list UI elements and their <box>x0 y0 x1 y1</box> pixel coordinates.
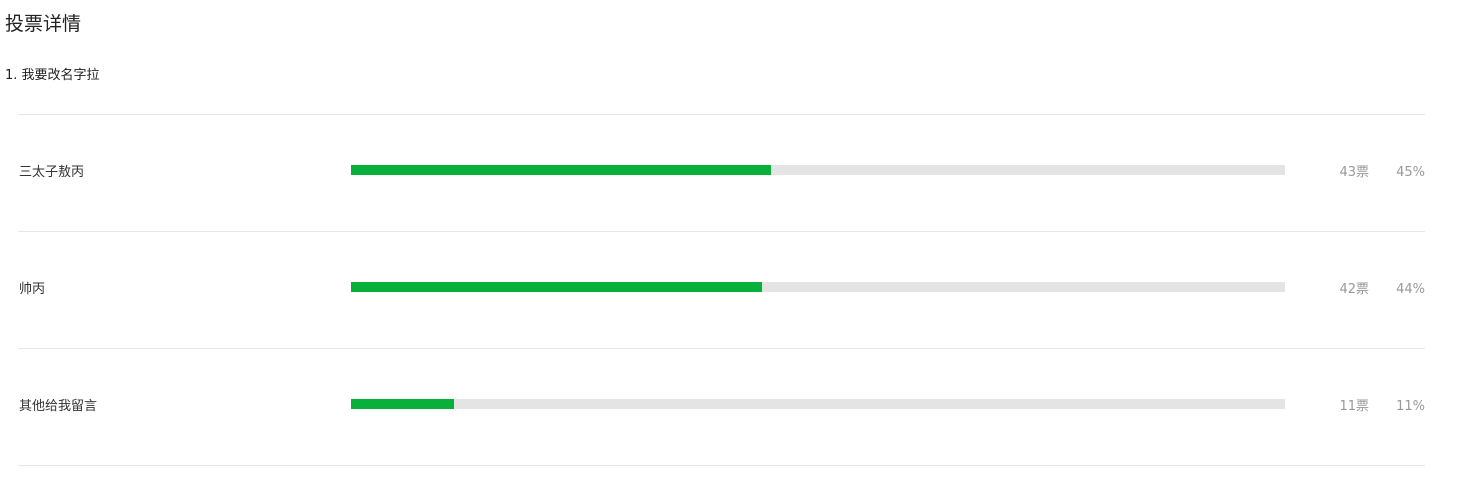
option-label: 三太子敖丙 <box>19 165 85 180</box>
vote-progress-track <box>351 282 1285 292</box>
page-title: 投票详情 <box>5 13 82 35</box>
vote-options-list: 三太子敖丙 43票 45% 帅丙 42票 44% 其他给我留言 11票 11% <box>18 114 1425 466</box>
vote-option-row: 三太子敖丙 43票 45% <box>18 115 1425 232</box>
vote-option-row: 其他给我留言 11票 11% <box>18 349 1425 466</box>
vote-progress-track <box>351 165 1285 175</box>
vote-progress-fill <box>351 165 772 175</box>
option-label: 其他给我留言 <box>19 399 98 414</box>
vote-count: 43票 <box>1339 165 1369 180</box>
vote-percent: 11% <box>1396 399 1425 414</box>
vote-progress-fill <box>351 399 454 409</box>
vote-count: 11票 <box>1339 399 1369 414</box>
vote-progress-track <box>351 399 1285 409</box>
vote-count: 42票 <box>1339 282 1369 297</box>
vote-option-row: 帅丙 42票 44% <box>18 232 1425 349</box>
question-title: 1. 我要改名字拉 <box>5 68 100 83</box>
vote-percent: 44% <box>1396 282 1425 297</box>
vote-percent: 45% <box>1396 165 1425 180</box>
vote-progress-fill <box>351 282 762 292</box>
option-label: 帅丙 <box>19 282 46 297</box>
